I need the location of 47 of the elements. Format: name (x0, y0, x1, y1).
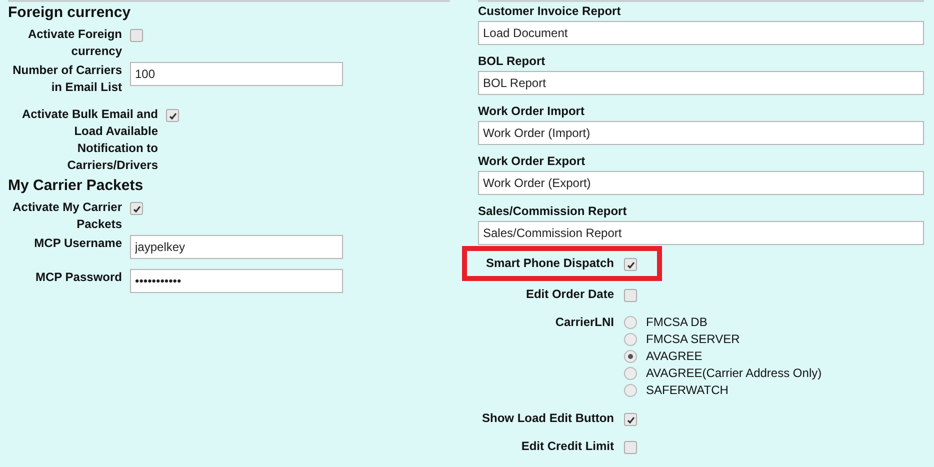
text-field[interactable]: ••••••••••• (130, 269, 343, 293)
radio-button[interactable] (624, 384, 637, 397)
text-field[interactable]: Work Order (Import) (478, 121, 924, 145)
radio-label[interactable]: AVAGREE(Carrier Address Only) (646, 365, 822, 382)
option-label: Edit Credit Limit (520, 438, 614, 455)
field-label: Work Order Import (478, 103, 586, 120)
radio-label[interactable]: FMCSA SERVER (646, 331, 740, 348)
check-icon (626, 416, 634, 424)
field-label: Work Order Export (478, 153, 586, 170)
field-label: Customer Invoice Report (478, 3, 622, 20)
field-label: Activate My Carrier Packets (12, 199, 122, 233)
option-label: CarrierLNI (554, 314, 614, 331)
radio-button[interactable] (624, 316, 637, 329)
text-field[interactable]: Sales/Commission Report (478, 221, 924, 245)
radio-button[interactable] (624, 367, 637, 380)
text-field[interactable]: Load Document (478, 21, 924, 45)
radio-button[interactable] (624, 333, 637, 346)
section-title: Foreign currency (8, 4, 132, 22)
checkbox[interactable] (166, 109, 179, 122)
radio-label[interactable]: FMCSA DB (646, 314, 708, 331)
checkbox[interactable] (624, 289, 637, 302)
text-field[interactable]: Work Order (Export) (478, 171, 924, 195)
field-label: MCP Password (34, 269, 122, 286)
text-field[interactable]: 100 (130, 62, 343, 86)
option-label: Show Load Edit Button (481, 410, 614, 427)
checkbox[interactable] (624, 258, 637, 271)
field-label: Activate Bulk Email and Load Available Notification to Carriers/Drivers (20, 106, 158, 174)
field-label: Number of Carriers in Email List (12, 62, 122, 96)
text-field[interactable]: BOL Report (478, 71, 924, 95)
field-label: MCP Username (33, 235, 122, 252)
check-icon (168, 112, 176, 120)
radio-button[interactable] (624, 350, 637, 363)
checkbox[interactable] (130, 202, 143, 215)
field-label: Sales/Commission Report (478, 203, 628, 220)
checkbox[interactable] (130, 29, 143, 42)
radio-label[interactable]: SAFERWATCH (646, 382, 728, 399)
option-label: Edit Order Date (524, 286, 614, 303)
radio-label[interactable]: AVAGREE (646, 348, 702, 365)
check-icon (626, 260, 634, 268)
text-field[interactable]: jaypelkey (130, 235, 343, 259)
checkbox[interactable] (624, 413, 637, 426)
option-label: Smart Phone Dispatch (484, 255, 614, 272)
section-title: My Carrier Packets (8, 177, 144, 195)
checkbox[interactable] (624, 441, 637, 454)
field-label: BOL Report (478, 53, 546, 70)
field-label: Activate Foreign currency (26, 26, 122, 60)
check-icon (132, 204, 140, 212)
